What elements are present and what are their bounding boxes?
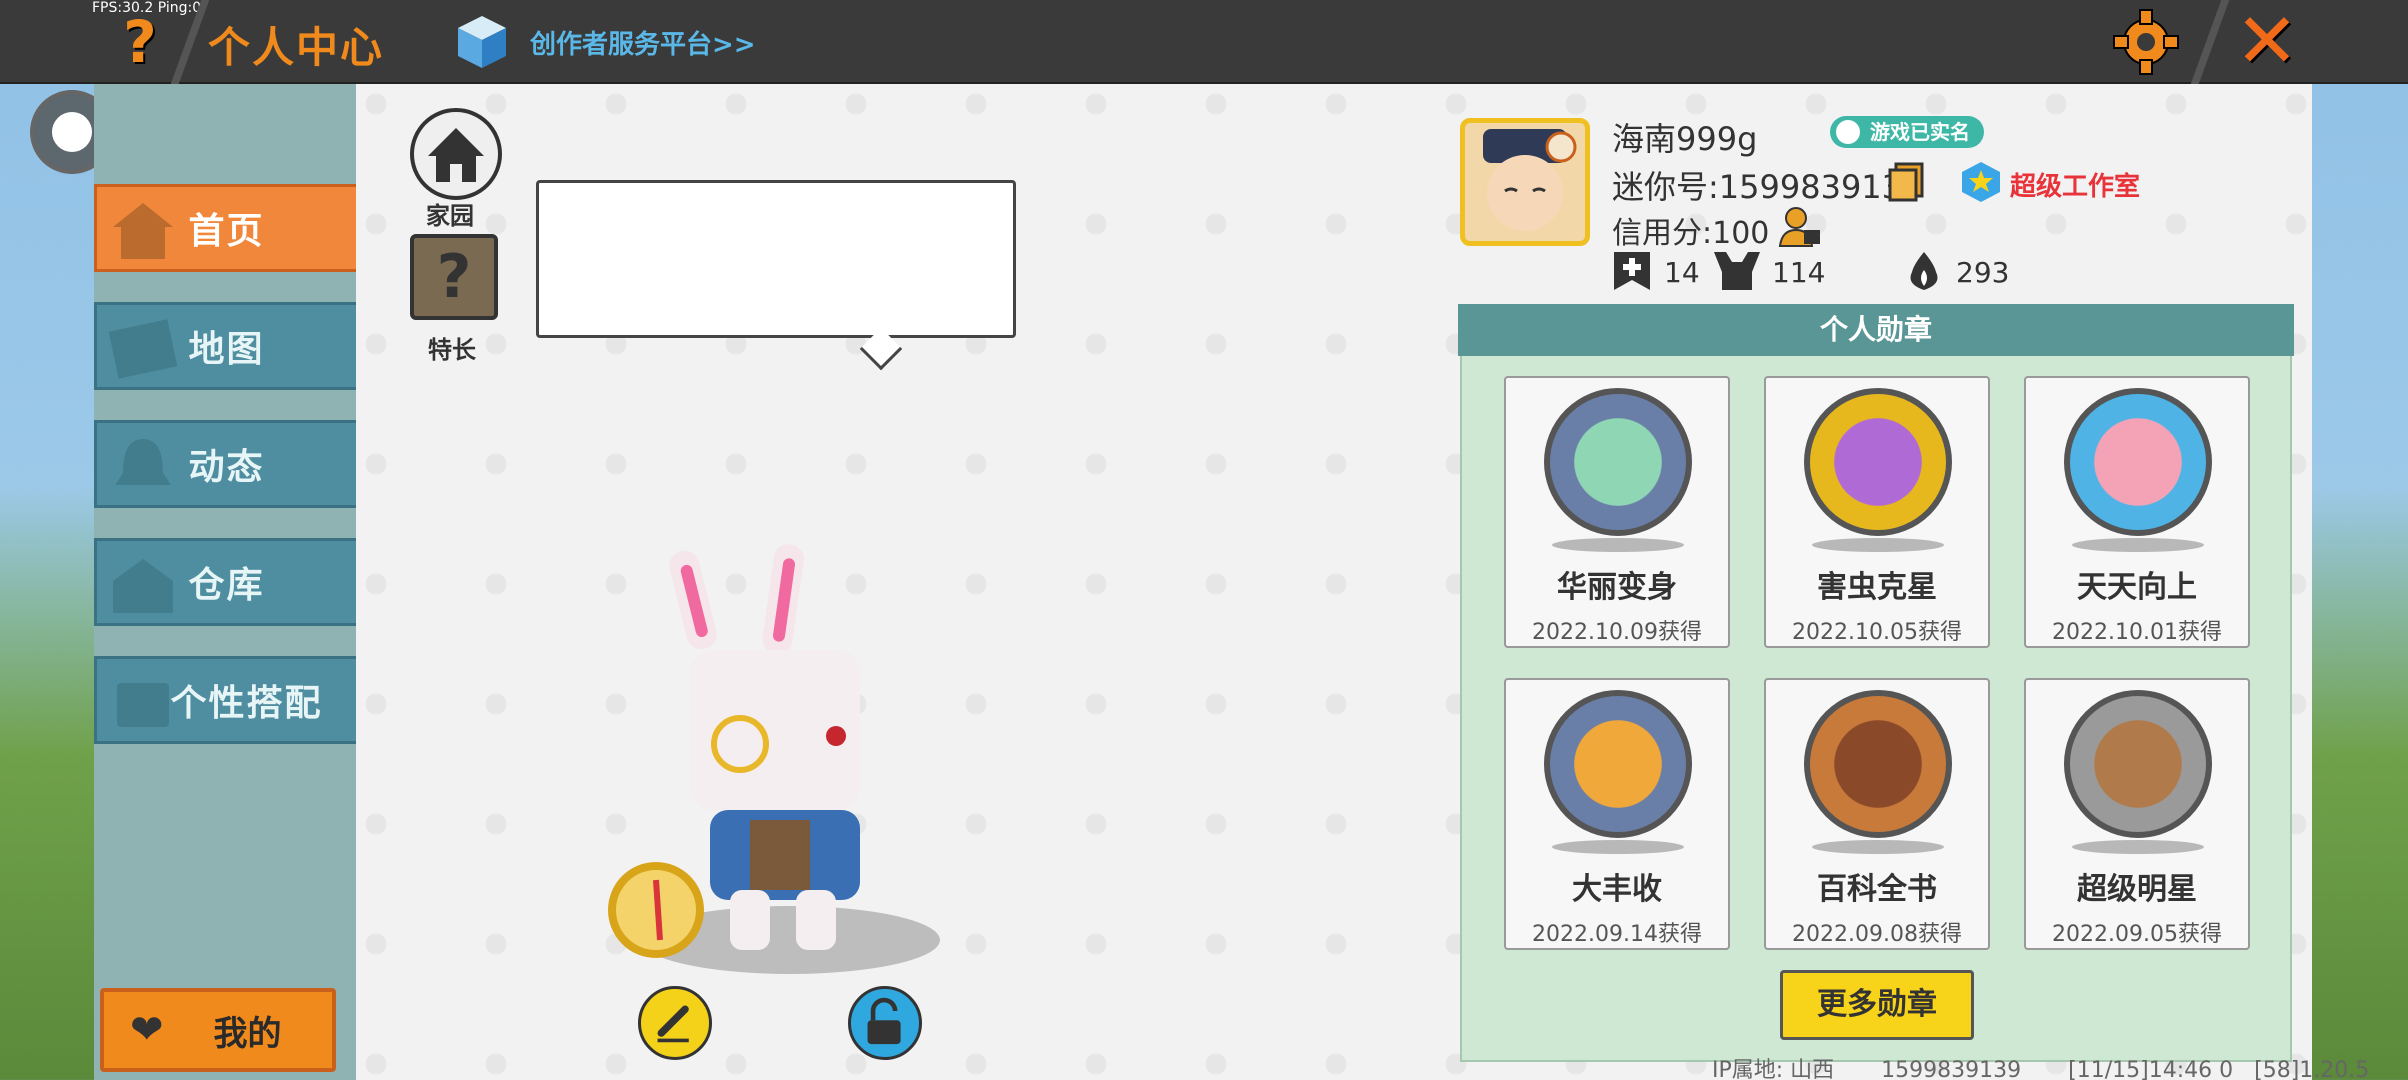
badge-shadow — [2072, 840, 2204, 854]
badge-name: 超级明星 — [2077, 872, 2197, 907]
sidebar-item-label: 地图 — [188, 329, 265, 370]
bell-icon — [115, 439, 171, 485]
badge-date: 2022.09.05获得 — [2052, 922, 2222, 947]
question-icon: ? — [123, 8, 157, 76]
footer-version: [58]1.20.5 — [2254, 1058, 2370, 1080]
badge-date: 2022.09.14获得 — [1532, 922, 1702, 947]
character-avatar[interactable] — [600, 530, 940, 990]
close-icon: ✕ — [2235, 0, 2299, 85]
divider — [2190, 0, 2230, 84]
close-button[interactable]: ✕ — [2230, 3, 2304, 79]
badge-date: 2022.09.08获得 — [1792, 922, 1962, 947]
badge-date: 2022.10.05获得 — [1792, 620, 1962, 645]
creator-platform-link[interactable]: 创作者服务平台>> — [530, 24, 756, 61]
speech-bubble[interactable] — [536, 180, 1016, 338]
help-button[interactable]: ? — [110, 8, 170, 76]
top-bar: FPS:30.2 Ping:0 ? 个人中心 创作者服务平台>> ✕ — [0, 0, 2408, 84]
badge-medal-icon — [2064, 690, 2212, 838]
badge-shadow — [1812, 538, 1944, 552]
badge-shadow — [1552, 538, 1684, 552]
badge-shadow — [1812, 840, 1944, 854]
ip-location: IP属地: 山西 — [1712, 1058, 1835, 1080]
badge-medal-icon — [1804, 388, 1952, 536]
pencil-icon — [657, 1005, 689, 1043]
mine-label: 我的 — [213, 1013, 282, 1054]
studio-link[interactable]: 超级工作室 — [2010, 166, 2140, 203]
page-title: 个人中心 — [208, 23, 385, 72]
sidebar-item-label: 个性搭配 — [170, 683, 323, 724]
gear-icon[interactable] — [2112, 8, 2180, 76]
footer-uid: 1599839139 — [1881, 1058, 2022, 1080]
badge-date: 2022.10.01获得 — [2052, 620, 2222, 645]
badge-shadow — [1552, 840, 1684, 854]
sidebar-item-label: 首页 — [188, 211, 265, 252]
unlock-icon — [867, 997, 901, 1045]
outfit-icon — [117, 683, 169, 727]
studio-icon[interactable] — [1960, 160, 2002, 204]
sidebar-item-outfit[interactable]: 个性搭配 — [94, 656, 356, 744]
mine-button[interactable]: ❤ 我的 — [100, 988, 336, 1072]
badge-card[interactable]: 大丰收 2022.09.14获得 — [1504, 678, 1730, 950]
badge-card[interactable]: 天天向上 2022.10.01获得 — [2024, 376, 2250, 648]
footer-info: IP属地: 山西 1599839139 [11/15]14:46 0 [58]1… — [1712, 1052, 2369, 1080]
credit-score: 信用分:100 — [1612, 216, 1770, 251]
fans-count: 114 — [1772, 256, 1826, 289]
sidebar-item-home[interactable]: 首页 — [94, 184, 356, 272]
player-portrait — [1465, 123, 1585, 241]
badge-medal-icon — [2064, 388, 2212, 536]
bookmark-count: 14 — [1664, 256, 1700, 289]
warehouse-icon — [113, 559, 173, 613]
sidebar-item-activity[interactable]: 动态 — [94, 420, 356, 508]
badge-name: 害虫克星 — [1817, 570, 1937, 605]
edit-button[interactable] — [638, 986, 712, 1060]
badge-date: 2022.10.09获得 — [1532, 620, 1702, 645]
badge-medal-icon — [1544, 388, 1692, 536]
talent-button[interactable]: ? — [410, 234, 498, 320]
sidebar-item-label: 动态 — [188, 447, 265, 488]
house-icon — [428, 128, 484, 182]
verified-badge: 游戏已实名 — [1830, 116, 1984, 148]
map-icon — [108, 319, 178, 379]
nickname: 海南999g — [1612, 120, 1758, 158]
avatar[interactable] — [1460, 118, 1590, 246]
sidebar-item-warehouse[interactable]: 仓库 — [94, 538, 356, 626]
bookmark-plus-icon — [1614, 252, 1650, 290]
badge-name: 华丽变身 — [1557, 570, 1677, 605]
cube-icon[interactable] — [456, 14, 508, 70]
house-icon — [113, 203, 173, 259]
badges-header: 个人勋章 — [1458, 304, 2294, 356]
badge-card[interactable]: 害虫克星 2022.10.05获得 — [1764, 376, 1990, 648]
sidebar-item-label: 仓库 — [188, 565, 265, 606]
badge-shadow — [2072, 538, 2204, 552]
question-icon: ? — [436, 242, 472, 312]
badge-name: 大丰收 — [1572, 872, 1662, 907]
heart-icon: ❤ — [130, 1007, 164, 1053]
talent-label: 特长 — [428, 336, 476, 364]
badge-card[interactable]: 百科全书 2022.09.08获得 — [1764, 678, 1990, 950]
badge-medal-icon — [1804, 690, 1952, 838]
mini-id: 迷你号:1599839139 — [1612, 168, 1923, 206]
badge-name: 百科全书 — [1817, 872, 1937, 907]
fans-icon — [1714, 252, 1760, 290]
sidebar-item-map[interactable]: 地图 — [94, 302, 356, 390]
badge-card[interactable]: 华丽变身 2022.10.09获得 — [1504, 376, 1730, 648]
sidebar: 首页 地图 动态 仓库 个性搭配 — [94, 84, 356, 1080]
copy-icon[interactable] — [1888, 162, 1924, 202]
popularity-count: 293 — [1956, 256, 2010, 289]
badge-card[interactable]: 超级明星 2022.09.05获得 — [2024, 678, 2250, 950]
badge-medal-icon — [1544, 690, 1692, 838]
flame-icon — [1910, 252, 1938, 290]
footer-time: [11/15]14:46 0 — [2068, 1058, 2234, 1080]
home-label: 家园 — [426, 202, 474, 230]
credit-info-icon[interactable] — [1778, 206, 1822, 248]
badge-name: 天天向上 — [2077, 570, 2197, 605]
home-button[interactable] — [410, 108, 502, 200]
lock-button[interactable] — [848, 986, 922, 1060]
more-badges-button[interactable]: 更多勋章 — [1780, 970, 1974, 1040]
